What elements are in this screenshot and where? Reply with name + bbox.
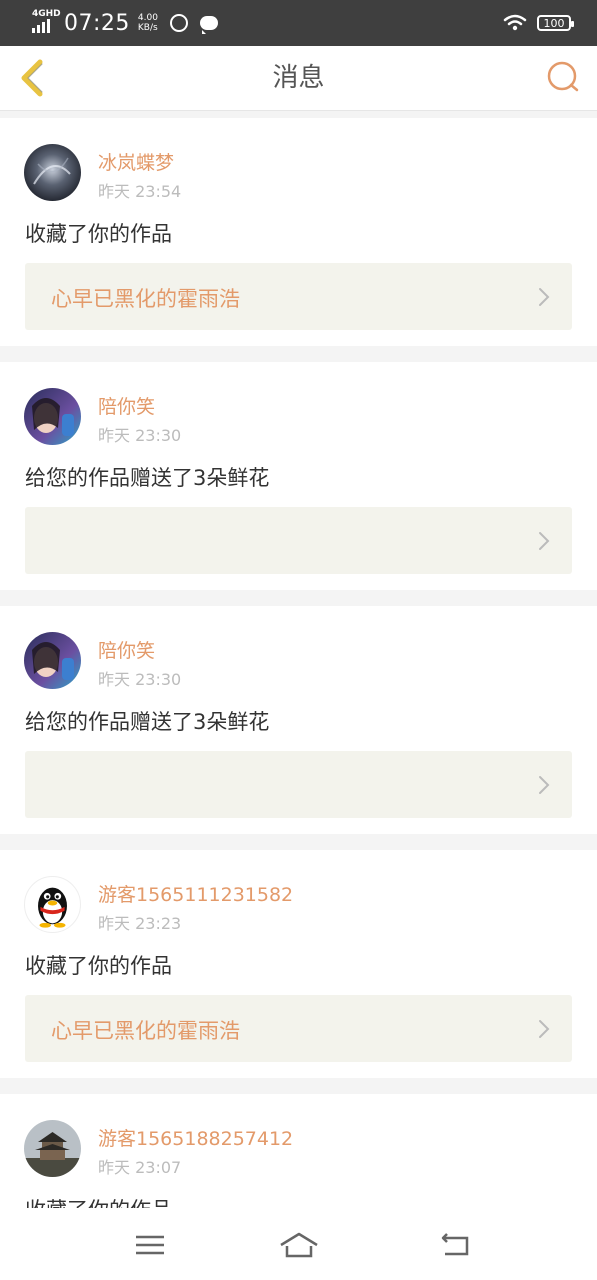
message-time: 昨天 23:07 bbox=[98, 1158, 182, 1177]
app-header: 消息 bbox=[0, 46, 597, 111]
status-bar: 4GHD 07:25 4.00 KB/s 100 bbox=[0, 0, 597, 46]
speed-unit: KB/s bbox=[137, 23, 158, 33]
message-action: 收藏了你的作品 bbox=[25, 1194, 172, 1208]
avatar-qq-penguin-icon bbox=[38, 887, 67, 928]
clock: 07:25 bbox=[64, 10, 130, 36]
message-action: 给您的作品赠送了3朵鲜花 bbox=[25, 710, 270, 734]
work-link[interactable] bbox=[25, 751, 572, 818]
chevron-right-icon bbox=[539, 776, 550, 794]
status-bar-left: 4GHD 07:25 4.00 KB/s bbox=[32, 9, 218, 36]
username[interactable]: 游客1565188257412 bbox=[98, 1124, 293, 1151]
battery-icon: 100 bbox=[537, 15, 574, 31]
network-speed: 4.00 KB/s bbox=[138, 13, 158, 33]
avatar[interactable] bbox=[24, 876, 81, 933]
avatar[interactable] bbox=[24, 632, 81, 689]
work-link[interactable]: 心早已黑化的霍雨浩 bbox=[25, 263, 572, 330]
username[interactable]: 游客1565111231582 bbox=[98, 880, 293, 907]
speed-value: 4.00 bbox=[137, 13, 158, 23]
avatar[interactable] bbox=[24, 388, 81, 445]
message-card[interactable]: 陪你笑 昨天 23:30 给您的作品赠送了3朵鲜花 bbox=[0, 606, 597, 834]
chevron-right-icon bbox=[539, 532, 550, 550]
message-card[interactable]: 游客1565188257412 昨天 23:07 收藏了你的作品 bbox=[0, 1094, 597, 1208]
chat-bubble-icon bbox=[199, 16, 218, 34]
app-notification-icon bbox=[169, 14, 188, 32]
signal-icon: 4GHD bbox=[32, 9, 61, 35]
avatar[interactable] bbox=[24, 1120, 81, 1177]
message-time: 昨天 23:30 bbox=[98, 670, 182, 689]
network-type: 4GHD bbox=[32, 9, 61, 19]
home-icon bbox=[280, 1232, 318, 1258]
return-icon bbox=[441, 1233, 469, 1256]
back-nav-button[interactable] bbox=[433, 1228, 477, 1262]
username[interactable]: 陪你笑 bbox=[98, 636, 155, 663]
search-icon bbox=[547, 61, 579, 92]
avatar-dark-abstract-icon bbox=[24, 144, 81, 201]
search-button[interactable] bbox=[543, 58, 583, 98]
message-action: 收藏了你的作品 bbox=[25, 954, 172, 978]
menu-button[interactable] bbox=[128, 1228, 172, 1262]
avatar-pagoda-photo-icon bbox=[24, 1120, 81, 1177]
message-time: 昨天 23:30 bbox=[98, 426, 182, 445]
wifi-icon bbox=[503, 14, 527, 31]
chevron-right-icon bbox=[539, 288, 550, 306]
username[interactable]: 冰岚蝶梦 bbox=[98, 148, 174, 175]
work-link[interactable]: 心早已黑化的霍雨浩 bbox=[25, 995, 572, 1062]
message-list[interactable]: 冰岚蝶梦 昨天 23:54 收藏了你的作品 心早已黑化的霍雨浩 陪你笑 昨天 2… bbox=[0, 118, 597, 1208]
message-time: 昨天 23:23 bbox=[98, 914, 182, 933]
work-title: 心早已黑化的霍雨浩 bbox=[51, 1019, 240, 1043]
home-button[interactable] bbox=[277, 1228, 321, 1262]
status-bar-right: 100 bbox=[503, 14, 574, 32]
avatar[interactable] bbox=[24, 144, 81, 201]
username[interactable]: 陪你笑 bbox=[98, 392, 155, 419]
message-card[interactable]: 陪你笑 昨天 23:30 给您的作品赠送了3朵鲜花 bbox=[0, 362, 597, 590]
system-navigation-bar bbox=[0, 1208, 597, 1280]
menu-icon bbox=[136, 1235, 164, 1255]
message-time: 昨天 23:54 bbox=[98, 182, 182, 201]
work-title: 心早已黑化的霍雨浩 bbox=[51, 287, 240, 311]
message-action: 给您的作品赠送了3朵鲜花 bbox=[25, 466, 270, 490]
work-link[interactable] bbox=[25, 507, 572, 574]
avatar-girl-photo-icon bbox=[24, 388, 81, 445]
battery-level: 100 bbox=[543, 16, 565, 30]
message-card[interactable]: 冰岚蝶梦 昨天 23:54 收藏了你的作品 心早已黑化的霍雨浩 bbox=[0, 118, 597, 346]
message-card[interactable]: 游客1565111231582 昨天 23:23 收藏了你的作品 心早已黑化的霍… bbox=[0, 850, 597, 1078]
chevron-right-icon bbox=[539, 1020, 550, 1038]
page-title: 消息 bbox=[272, 63, 325, 93]
message-action: 收藏了你的作品 bbox=[25, 222, 172, 246]
avatar-girl-photo-icon bbox=[24, 632, 81, 689]
